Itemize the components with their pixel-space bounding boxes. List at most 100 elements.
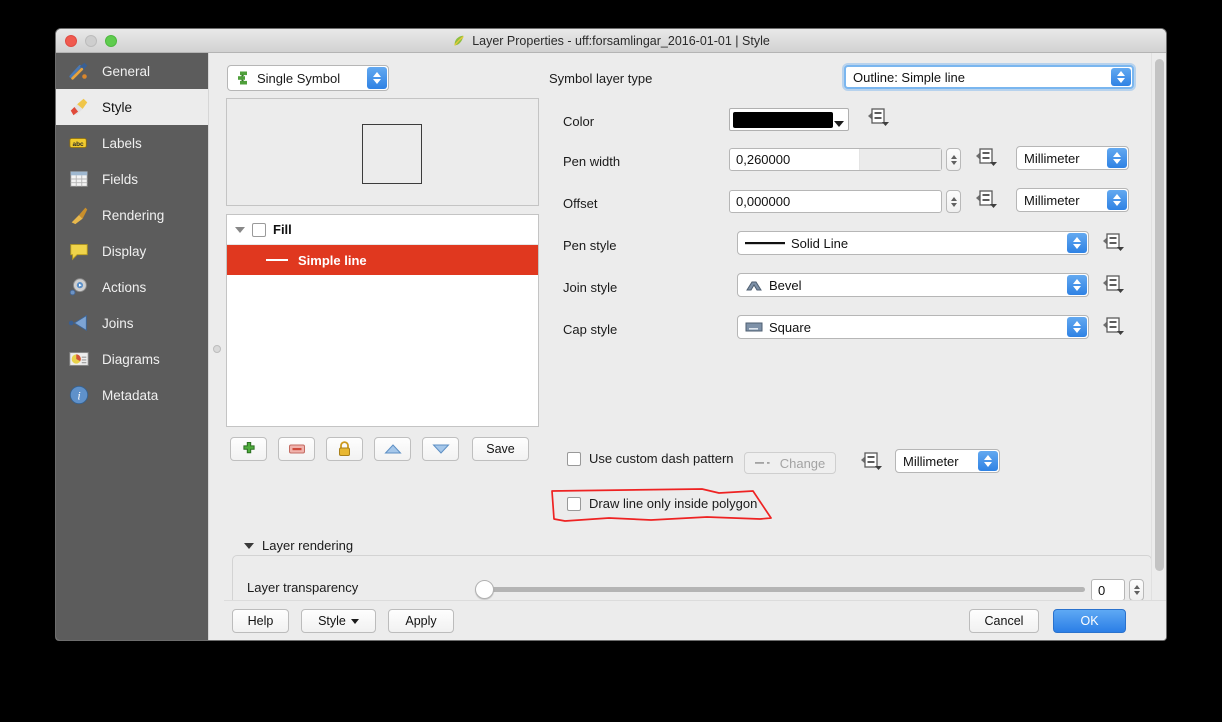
sidebar-item-display[interactable]: Display: [56, 233, 208, 269]
sidebar-item-label: Actions: [102, 279, 147, 295]
scroll-area: Single Symbol Fill Simple line Save Symb…: [224, 53, 1152, 639]
color-data-override-button[interactable]: [867, 107, 891, 127]
help-button[interactable]: Help: [232, 609, 289, 633]
renderer-select[interactable]: Single Symbol: [227, 65, 389, 91]
remove-symbol-layer-button[interactable]: [278, 437, 315, 461]
broom-icon: [71, 207, 88, 225]
ok-button[interactable]: OK: [1053, 609, 1126, 633]
chevron-down-icon[interactable]: [244, 542, 254, 549]
scrollbar-thumb[interactable]: [1155, 59, 1164, 571]
pen-width-value: 0,260000: [736, 152, 791, 167]
sidebar-item-joins[interactable]: Joins: [56, 305, 208, 341]
draw-inside-polygon-label: Draw line only inside polygon: [589, 496, 758, 511]
sidebar-item-rendering[interactable]: Rendering: [56, 197, 208, 233]
join-style-label: Join style: [563, 280, 618, 295]
table-icon: [70, 171, 88, 187]
layer-transparency-input[interactable]: 0: [1091, 579, 1125, 601]
chevron-updown-icon[interactable]: [1067, 317, 1087, 337]
sidebar-item-style[interactable]: Style: [56, 89, 208, 125]
panel-splitter[interactable]: [208, 53, 224, 640]
pen-width-stepper[interactable]: [946, 148, 961, 171]
use-custom-dash-checkbox[interactable]: [567, 451, 581, 466]
apply-button[interactable]: Apply: [388, 609, 454, 633]
offset-data-override-button[interactable]: [975, 189, 999, 209]
sidebar-item-fields[interactable]: Fields: [56, 161, 208, 197]
dash-pattern-unit-select[interactable]: Millimeter: [895, 449, 1000, 473]
sidebar-item-labels[interactable]: abc Labels: [56, 125, 208, 161]
style-button-label: Style: [318, 614, 346, 628]
vertical-scrollbar[interactable]: [1151, 53, 1166, 600]
color-swatch-button[interactable]: [729, 108, 849, 131]
chevron-updown-icon[interactable]: [1067, 233, 1087, 253]
pen-width-input[interactable]: 0,260000: [729, 148, 942, 171]
offset-stepper[interactable]: [946, 190, 961, 213]
data-defined-override-icon: [861, 452, 882, 470]
sidebar-item-diagrams[interactable]: Diagrams: [56, 341, 208, 377]
tree-row-simple-line[interactable]: Simple line: [227, 245, 538, 275]
tree-row-fill[interactable]: Fill: [227, 215, 538, 245]
chevron-updown-icon[interactable]: [1107, 148, 1127, 168]
pen-width-data-override-button[interactable]: [975, 147, 999, 167]
move-up-button[interactable]: [374, 437, 411, 461]
data-defined-override-icon: [976, 148, 997, 166]
pen-style-select[interactable]: Solid Line: [737, 231, 1089, 255]
layer-transparency-slider-knob[interactable]: [475, 580, 494, 599]
data-defined-override-icon: [1103, 275, 1124, 293]
chevron-down-icon[interactable]: [834, 121, 844, 127]
use-custom-dash-row[interactable]: Use custom dash pattern: [567, 451, 734, 466]
pen-style-data-override-button[interactable]: [1102, 232, 1126, 252]
chevron-updown-icon[interactable]: [367, 67, 387, 89]
move-down-button[interactable]: [422, 437, 459, 461]
symbol-layer-type-label: Symbol layer type: [549, 71, 653, 86]
use-custom-dash-label: Use custom dash pattern: [589, 451, 734, 466]
sidebar-item-metadata[interactable]: i Metadata: [56, 377, 208, 413]
pie-chart-icon: [69, 352, 89, 366]
draw-inside-polygon-row[interactable]: Draw line only inside polygon: [567, 496, 757, 511]
save-button[interactable]: Save: [472, 437, 529, 461]
layer-transparency-slider-track[interactable]: [485, 587, 1085, 592]
join-style-data-override-button[interactable]: [1102, 274, 1126, 294]
offset-unit-select[interactable]: Millimeter: [1016, 188, 1129, 212]
chevron-updown-icon[interactable]: [1067, 275, 1087, 295]
sidebar-item-label: Labels: [102, 135, 142, 151]
chevron-updown-icon[interactable]: [1107, 190, 1127, 210]
symbol-layer-toolbar: [230, 437, 459, 461]
splitter-grip[interactable]: [213, 345, 221, 353]
symbol-layer-type-select[interactable]: Outline: Simple line: [844, 65, 1134, 89]
close-button[interactable]: [65, 34, 77, 47]
lock-colors-button[interactable]: [326, 437, 363, 461]
offset-unit-value: Millimeter: [1024, 192, 1080, 208]
chevron-down-icon[interactable]: [235, 226, 245, 233]
minimize-button[interactable]: [85, 34, 97, 47]
layer-enabled-checkbox[interactable]: [252, 222, 266, 237]
cancel-button[interactable]: Cancel: [969, 609, 1039, 633]
layer-rendering-title: Layer rendering: [262, 538, 354, 553]
chevron-updown-icon[interactable]: [1111, 68, 1131, 86]
sidebar-item-actions[interactable]: Actions: [56, 269, 208, 305]
gear-play-icon: [69, 278, 87, 296]
pen-width-unit-select[interactable]: Millimeter: [1016, 146, 1129, 170]
draw-inside-polygon-checkbox[interactable]: [567, 496, 581, 511]
tree-row-label: Fill: [273, 222, 292, 237]
zoom-button[interactable]: [105, 34, 117, 47]
cap-style-select[interactable]: Square: [737, 315, 1089, 339]
red-minus-icon: [288, 444, 305, 454]
data-defined-override-icon: [1103, 233, 1124, 251]
change-dash-pattern-button[interactable]: Change: [744, 452, 836, 474]
chevron-down-icon: [350, 618, 359, 624]
renderer-value: Single Symbol: [257, 70, 341, 86]
join-arrow-icon: [68, 314, 87, 332]
join-style-select[interactable]: Bevel: [737, 273, 1089, 297]
offset-input[interactable]: 0,000000: [729, 190, 942, 213]
layer-transparency-stepper[interactable]: [1129, 579, 1144, 601]
add-symbol-layer-button[interactable]: [230, 437, 267, 461]
dialog-button-bar: Help Style Apply Cancel OK: [224, 600, 1166, 640]
change-button-label: Change: [779, 455, 826, 471]
help-button-label: Help: [247, 614, 274, 628]
chevron-updown-icon[interactable]: [978, 451, 998, 471]
dash-pattern-data-override-button[interactable]: [860, 451, 884, 471]
layer-rendering-header[interactable]: Layer rendering: [244, 538, 353, 553]
cap-style-data-override-button[interactable]: [1102, 316, 1126, 336]
style-menu-button[interactable]: Style: [301, 609, 376, 633]
sidebar-item-general[interactable]: General: [56, 53, 208, 89]
